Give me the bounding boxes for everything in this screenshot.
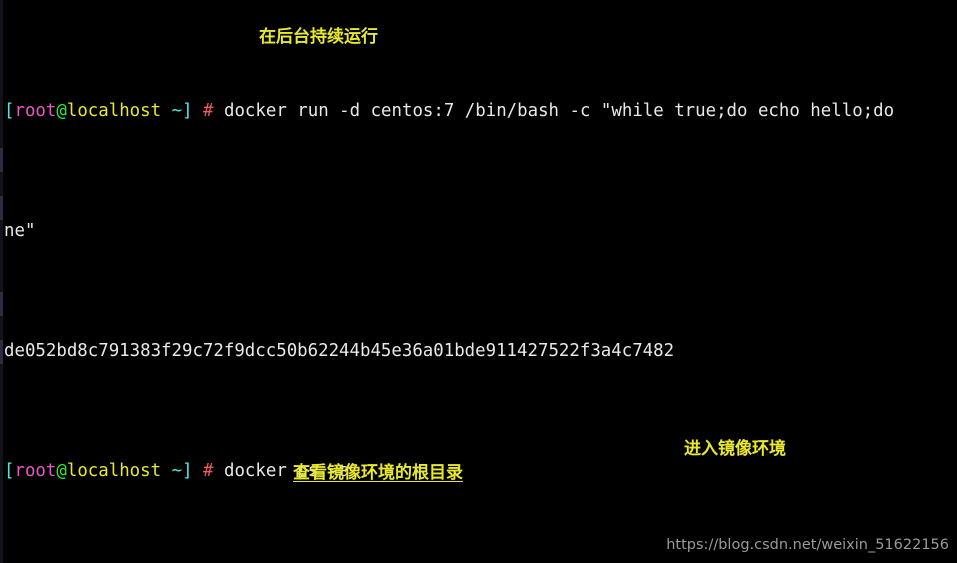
- prompt-bracket-close: ]: [182, 461, 193, 481]
- run-output-container-id: de052bd8c791383f29c72f9dcc50b62244b45e36…: [4, 341, 675, 361]
- terminal-line-docker-run-wrap: ne": [4, 219, 925, 243]
- prompt-at: @: [56, 461, 67, 481]
- prompt-cwd: ~: [171, 101, 183, 121]
- prompt-cwd: ~: [171, 461, 183, 481]
- terminal-window[interactable]: [root@localhost ~] # docker run -d cento…: [0, 0, 957, 563]
- prompt-bracket-open: [: [4, 101, 15, 121]
- scrollbar-mark: [0, 196, 3, 220]
- terminal-screen: [root@localhost ~] # docker run -d cento…: [4, 3, 925, 563]
- scrollbar-mark: [0, 148, 3, 172]
- prompt-sigil: #: [203, 461, 214, 481]
- command-docker-run: docker run -d centos:7 /bin/bash -c "whi…: [213, 101, 895, 121]
- prompt-host: localhost: [66, 101, 162, 121]
- prompt-bracket-open: [: [4, 461, 15, 481]
- terminal-line-prompt-docker-run: [root@localhost ~] # docker run -d cento…: [4, 99, 925, 123]
- watermark-url: https://blog.csdn.net/weixin_51622156: [666, 537, 949, 553]
- prompt-user: root: [14, 461, 57, 481]
- prompt-sigil: #: [203, 101, 214, 121]
- prompt-user: root: [14, 101, 57, 121]
- prompt-host: localhost: [66, 461, 162, 481]
- annotation-background-run: 在后台持续运行: [259, 27, 378, 47]
- scrollbar-gutter[interactable]: [0, 0, 3, 563]
- scrollbar-mark: [0, 292, 3, 316]
- terminal-line-prompt-docker-ps: [root@localhost ~] # docker ps -a: [4, 459, 925, 483]
- prompt-at: @: [56, 101, 67, 121]
- annotation-enter-image: 进入镜像环境: [684, 439, 786, 459]
- prompt-bracket-close: ]: [182, 101, 193, 121]
- annotation-view-root-dir: 查看镜像环境的根目录: [293, 463, 463, 483]
- terminal-line-run-output: de052bd8c791383f29c72f9dcc50b62244b45e36…: [4, 339, 925, 363]
- scrollbar-mark: [0, 340, 3, 364]
- command-docker-run-wrap: ne": [4, 221, 36, 241]
